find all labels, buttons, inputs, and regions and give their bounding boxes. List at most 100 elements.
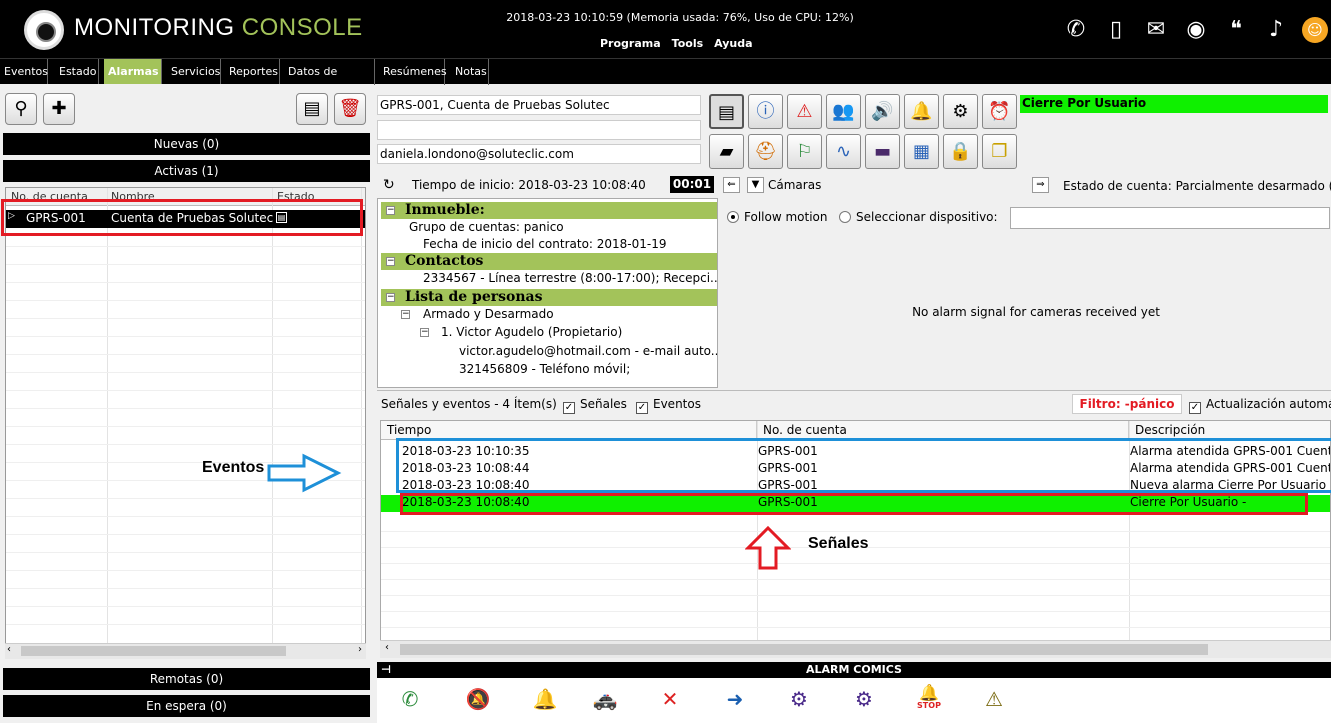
senales-checkbox[interactable]: ✓ Señales bbox=[563, 397, 627, 414]
auto-update-checkbox[interactable]: ✓ Actualización automát bbox=[1189, 397, 1331, 414]
select-device-radio[interactable]: Seleccionar dispositivo: bbox=[839, 210, 998, 224]
account-info-field: GPRS-001, Cuenta de Pruebas Solutec bbox=[377, 95, 701, 115]
refresh-icon[interactable]: ↻ bbox=[383, 177, 395, 193]
settings-box-icon[interactable]: ⚙ bbox=[849, 684, 879, 714]
phone-icon[interactable]: ✆ bbox=[1062, 16, 1090, 44]
menu-ayuda[interactable]: Ayuda bbox=[714, 37, 752, 50]
add-button[interactable]: ✚ bbox=[43, 93, 75, 125]
tab-eventos[interactable]: Eventos bbox=[0, 59, 48, 85]
account-details-tree: Inmueble: − Grupo de cuentas: panico Fec… bbox=[377, 198, 718, 388]
pin-icon[interactable]: ⊣ bbox=[381, 662, 391, 678]
smiley-icon[interactable]: ☺ bbox=[1302, 17, 1328, 43]
back-arrow-icon[interactable]: ⇐ bbox=[723, 177, 740, 193]
guard-button[interactable]: ⛑ bbox=[748, 134, 783, 169]
start-time: Tiempo de inicio: 2018-03-23 10:08:40 bbox=[412, 178, 646, 192]
lock-button[interactable]: 🔒 bbox=[943, 134, 978, 169]
signal-highlight-box bbox=[400, 493, 1308, 515]
guard-walk-icon[interactable]: ⚙ bbox=[784, 684, 814, 714]
menu-programa[interactable]: Programa bbox=[600, 37, 661, 50]
info-line-2 bbox=[377, 120, 701, 140]
tab-notas[interactable]: Notas bbox=[451, 59, 489, 85]
accounts-table: No. de cuenta Nombre Estado ▷ GPRS-001 C… bbox=[5, 187, 366, 659]
activas-section[interactable]: Activas (1) bbox=[3, 160, 370, 182]
email-field: daniela.londono@soluteclic.com bbox=[377, 144, 701, 164]
forward-arrow-icon[interactable]: ⇒ bbox=[1032, 177, 1049, 193]
notes-button[interactable]: ▤ bbox=[709, 94, 744, 129]
exit-person-button[interactable]: ⚐ bbox=[787, 134, 822, 169]
stop-icon[interactable]: 🔔 STOP bbox=[914, 684, 944, 714]
document-button[interactable]: ▦ bbox=[904, 134, 939, 169]
graph-button[interactable]: ∿ bbox=[826, 134, 861, 169]
no-signal-text: No alarm signal for cameras received yet bbox=[912, 305, 1160, 319]
warning-button[interactable]: ⚠ bbox=[787, 94, 822, 129]
email-icon[interactable]: ✉ bbox=[1142, 16, 1170, 44]
senales-annotation: Señales bbox=[808, 535, 869, 552]
scroll-thumb[interactable] bbox=[400, 644, 1208, 655]
tab-alarmas[interactable]: Alarmas bbox=[104, 59, 162, 85]
settings-button[interactable]: ⚙ bbox=[943, 94, 978, 129]
menu-bar: Programa Tools Ayuda bbox=[600, 37, 753, 50]
follow-motion-radio[interactable]: Follow motion bbox=[727, 210, 827, 224]
sms-icon[interactable]: ▯ bbox=[1102, 16, 1130, 44]
tree-contactos[interactable]: Contactos bbox=[381, 253, 717, 270]
tab-servicios[interactable]: Servicios bbox=[167, 59, 221, 85]
events-scrollbar[interactable]: ‹ bbox=[380, 640, 1331, 658]
delete-button[interactable]: 🗑 bbox=[334, 93, 366, 125]
tab-datos-cuenta[interactable]: Datos de cuenta bbox=[284, 59, 375, 104]
tab-resumenes[interactable]: Resúmenes bbox=[379, 59, 447, 85]
tree-inmueble[interactable]: Inmueble: bbox=[381, 202, 717, 219]
people-button[interactable]: 👥 bbox=[826, 94, 861, 129]
search-button[interactable]: ⚲ bbox=[5, 93, 37, 125]
tab-estado[interactable]: Estado bbox=[55, 59, 99, 85]
arrow-up-annotation bbox=[745, 525, 791, 570]
chat-icon[interactable]: ❝ bbox=[1222, 16, 1250, 44]
bell-cancel-icon[interactable]: 🔕 bbox=[463, 684, 493, 714]
camera-button[interactable]: ▰ bbox=[709, 134, 744, 169]
nuevas-section[interactable]: Nuevas (0) bbox=[3, 133, 370, 155]
sound-button[interactable]: 🔊 bbox=[865, 94, 900, 129]
exit-icon[interactable]: ➜ bbox=[720, 684, 750, 714]
copy-button[interactable]: ❐ bbox=[982, 134, 1017, 169]
eventos-checkbox[interactable]: ✓ Eventos bbox=[636, 397, 701, 414]
device-select[interactable] bbox=[1010, 207, 1330, 229]
eventos-annotation: Eventos bbox=[202, 459, 265, 476]
espera-section[interactable]: En espera (0) bbox=[3, 695, 370, 717]
clock-button[interactable]: ⏰ bbox=[982, 94, 1017, 129]
remotas-section[interactable]: Remotas (0) bbox=[3, 668, 370, 690]
owl-icon[interactable]: ◉ bbox=[1182, 16, 1210, 44]
scroll-thumb[interactable] bbox=[21, 646, 286, 656]
filter-label[interactable]: Filtro: -pánico bbox=[1072, 394, 1182, 414]
chevron-down-icon[interactable]: ▼ bbox=[747, 177, 764, 193]
accounts-scrollbar[interactable]: ‹ › bbox=[5, 643, 366, 659]
system-status: 2018-03-23 10:10:59 (Memoria usada: 76%,… bbox=[506, 11, 854, 24]
tree-fecha[interactable]: Fecha de inicio del contrato: 2018-01-19 bbox=[423, 237, 667, 251]
alarm-comics-bar: ⊣ ALARM COMICS bbox=[377, 662, 1331, 678]
info-button[interactable]: ⓘ bbox=[748, 94, 783, 129]
tree-lista[interactable]: Lista de personas bbox=[381, 289, 717, 306]
warning-triangle-icon[interactable]: ⚠ bbox=[979, 684, 1009, 714]
menu-tools[interactable]: Tools bbox=[672, 37, 703, 50]
tree-armado[interactable]: Armado y Desarmado bbox=[423, 307, 554, 321]
app-title: MONITORING CONSOLE bbox=[74, 14, 363, 41]
tab-reportes[interactable]: Reportes bbox=[225, 59, 280, 85]
logo bbox=[24, 10, 64, 50]
tree-tel[interactable]: 321456809 - Teléfono móvil; bbox=[459, 362, 630, 376]
speaker-icon[interactable]: ♪ bbox=[1262, 16, 1290, 44]
no-police-icon[interactable]: ✕ bbox=[655, 684, 685, 714]
clipboard-car-button[interactable]: ▤ bbox=[296, 93, 328, 125]
police-car-icon[interactable]: 🚓 bbox=[590, 684, 620, 714]
events-summary: Señales y eventos - 4 Ítem(s) bbox=[381, 397, 557, 411]
bell-check-icon[interactable]: 🔔 bbox=[530, 684, 560, 714]
briefcase-button[interactable]: ▬ bbox=[865, 134, 900, 169]
tab-bar: Eventos Estado Alarmas Servicios Reporte… bbox=[0, 58, 1331, 104]
siren-button[interactable]: 🔔 bbox=[904, 94, 939, 129]
timer: 00:01 bbox=[670, 176, 714, 193]
events-highlight-box bbox=[396, 438, 1331, 493]
status-label: Cierre Por Usuario bbox=[1020, 95, 1328, 113]
tree-contacto[interactable]: 2334567 - Línea terrestre (8:00-17:00); … bbox=[423, 271, 717, 285]
tree-persona[interactable]: 1. Victor Agudelo (Propietario) bbox=[441, 325, 622, 339]
arrow-right-annotation bbox=[267, 453, 342, 493]
tree-grupo[interactable]: Grupo de cuentas: panico bbox=[409, 220, 564, 234]
tree-email[interactable]: victor.agudelo@hotmail.com - e-mail auto… bbox=[459, 344, 717, 358]
phone-info-icon[interactable]: ✆ bbox=[395, 684, 425, 714]
